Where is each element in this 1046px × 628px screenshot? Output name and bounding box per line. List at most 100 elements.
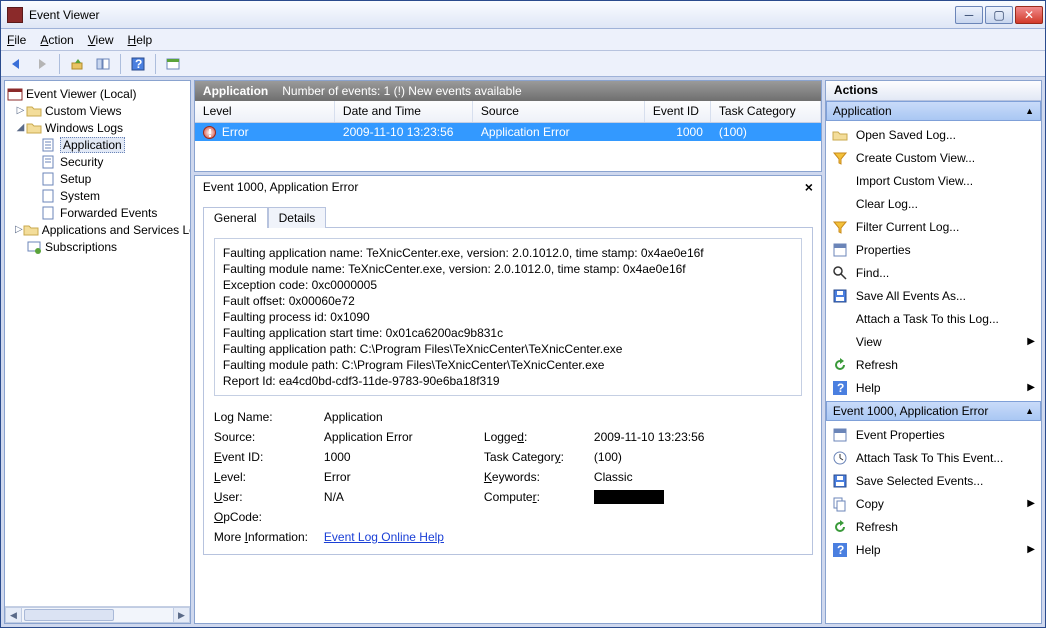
col-date[interactable]: Date and Time [335, 101, 473, 122]
event-row[interactable]: Error 2009-11-10 13:23:56 Application Er… [195, 123, 821, 141]
up-button[interactable] [66, 53, 88, 75]
event-detail-panel: Event 1000, Application Error × General … [194, 175, 822, 624]
folder-icon [26, 103, 42, 119]
action-filter-log[interactable]: Filter Current Log... [826, 215, 1041, 238]
action-help[interactable]: ?Help▶ [826, 376, 1041, 399]
refresh-icon [832, 357, 848, 373]
computer-label: Computer: [484, 490, 594, 504]
log-icon [41, 205, 57, 221]
refresh-panel-button[interactable] [162, 53, 184, 75]
tab-details[interactable]: Details [268, 207, 327, 228]
action-clear-log[interactable]: Clear Log... [826, 192, 1041, 215]
window-title: Event Viewer [29, 8, 955, 22]
taskcat-label: Task Category: [484, 450, 594, 464]
action-find[interactable]: Find... [826, 261, 1041, 284]
tree-system[interactable]: System [7, 187, 188, 204]
moreinfo-label: More Information: [214, 530, 324, 544]
actions-header: Actions [826, 81, 1041, 101]
actions-section-application[interactable]: Application▲ [826, 101, 1041, 121]
col-level[interactable]: Level [195, 101, 335, 122]
action-import-custom-view[interactable]: Import Custom View... [826, 169, 1041, 192]
toolbar: ? [1, 51, 1045, 77]
action-attach-task-log[interactable]: Attach a Task To this Log... [826, 307, 1041, 330]
event-properties-grid: Log Name:Application Source:Application … [214, 410, 802, 544]
properties-icon [832, 242, 848, 258]
copy-icon [832, 496, 848, 512]
menu-action[interactable]: Action [40, 33, 73, 47]
actions-panel: Actions Application▲ Open Saved Log... C… [825, 80, 1042, 624]
svg-text:?: ? [837, 543, 844, 557]
menu-file[interactable]: File [7, 33, 26, 47]
action-save-all-events[interactable]: Save All Events As... [826, 284, 1041, 307]
scroll-left-button[interactable]: ◀ [5, 607, 22, 623]
save-icon [832, 288, 848, 304]
event-viewer-window: Event Viewer ─ ▢ ✕ File Action View Help… [0, 0, 1046, 628]
col-taskcat[interactable]: Task Category [711, 101, 821, 122]
help-button[interactable]: ? [127, 53, 149, 75]
tab-general[interactable]: General [203, 207, 268, 228]
eventid-label: Event ID: [214, 450, 324, 464]
expand-icon[interactable]: ▷ [15, 105, 26, 116]
subscriptions-icon [26, 239, 42, 255]
online-help-link[interactable]: Event Log Online Help [324, 530, 444, 544]
help-icon: ? [832, 542, 848, 558]
action-save-selected[interactable]: Save Selected Events... [826, 469, 1041, 492]
show-hide-tree-button[interactable] [92, 53, 114, 75]
close-button[interactable]: ✕ [1015, 6, 1043, 24]
user-label: User: [214, 490, 324, 504]
tree-scrollbar[interactable]: ◀ ▶ [5, 606, 190, 623]
action-help-2[interactable]: ?Help▶ [826, 538, 1041, 561]
grid-header-title: Application [203, 84, 268, 98]
action-properties[interactable]: Properties [826, 238, 1041, 261]
collapse-icon[interactable]: ◢ [15, 122, 26, 133]
action-event-properties[interactable]: Event Properties [826, 423, 1041, 446]
events-grid-panel: Application Number of events: 1 (!) New … [194, 80, 822, 172]
log-icon [41, 154, 57, 170]
svg-text:?: ? [837, 381, 844, 395]
scroll-right-button[interactable]: ▶ [173, 607, 190, 623]
submenu-arrow-icon: ▶ [1027, 544, 1035, 555]
action-view[interactable]: View▶ [826, 330, 1041, 353]
scroll-thumb[interactable] [24, 609, 114, 621]
menu-view[interactable]: View [88, 33, 114, 47]
action-attach-task-event[interactable]: Attach Task To This Event... [826, 446, 1041, 469]
maximize-button[interactable]: ▢ [985, 6, 1013, 24]
action-copy[interactable]: Copy▶ [826, 492, 1041, 515]
tree-subscriptions[interactable]: Subscriptions [7, 238, 188, 255]
action-refresh-2[interactable]: Refresh [826, 515, 1041, 538]
tree-security[interactable]: Security [7, 153, 188, 170]
menu-help[interactable]: Help [128, 33, 153, 47]
tree-root[interactable]: Event Viewer (Local) [7, 85, 188, 102]
titlebar[interactable]: Event Viewer ─ ▢ ✕ [1, 1, 1045, 29]
error-icon [203, 126, 216, 139]
close-detail-button[interactable]: × [805, 179, 813, 195]
actions-section-event[interactable]: Event 1000, Application Error▲ [826, 401, 1041, 421]
tree-setup[interactable]: Setup [7, 170, 188, 187]
tree-forwarded[interactable]: Forwarded Events [7, 204, 188, 221]
svg-text:?: ? [135, 57, 142, 71]
collapse-icon: ▲ [1025, 406, 1034, 416]
tree-windows-logs[interactable]: ◢ Windows Logs [7, 119, 188, 136]
tree-apps-services[interactable]: ▷ Applications and Services Lo [7, 221, 188, 238]
col-eventid[interactable]: Event ID [645, 101, 711, 122]
properties-icon [832, 427, 848, 443]
event-message: Faulting application name: TeXnicCenter.… [214, 238, 802, 396]
action-create-custom-view[interactable]: Create Custom View... [826, 146, 1041, 169]
log-icon [41, 137, 57, 153]
help-icon: ? [832, 380, 848, 396]
folder-icon [26, 120, 42, 136]
forward-button[interactable] [31, 53, 53, 75]
logged-label: Logged: [484, 430, 594, 444]
col-source[interactable]: Source [473, 101, 645, 122]
minimize-button[interactable]: ─ [955, 6, 983, 24]
app-icon [7, 7, 23, 23]
action-refresh[interactable]: Refresh [826, 353, 1041, 376]
tree-application[interactable]: Application [7, 136, 188, 153]
folder-icon [23, 222, 39, 238]
action-open-saved-log[interactable]: Open Saved Log... [826, 123, 1041, 146]
event-viewer-icon [7, 86, 23, 102]
tree-custom-views[interactable]: ▷ Custom Views [7, 102, 188, 119]
back-button[interactable] [5, 53, 27, 75]
filter-icon [832, 219, 848, 235]
expand-icon[interactable]: ▷ [15, 224, 23, 235]
